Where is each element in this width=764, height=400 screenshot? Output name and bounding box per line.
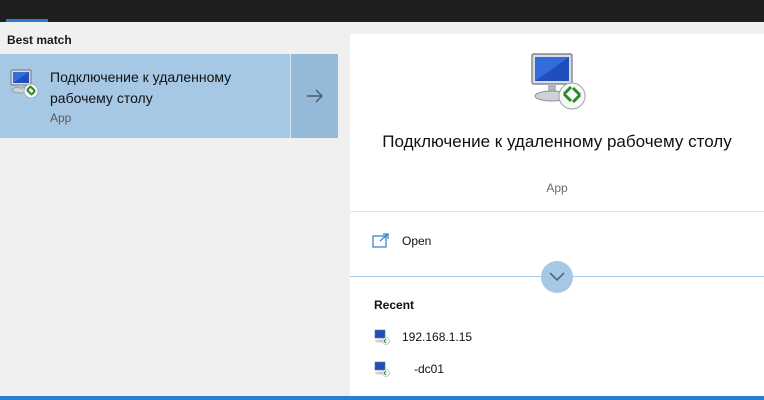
details-type: App	[546, 181, 568, 195]
remote-desktop-large-icon	[526, 50, 590, 114]
chevron-down-icon	[549, 272, 565, 282]
recent-item[interactable]: 192.168.1.15	[374, 328, 734, 348]
remote-desktop-icon	[8, 68, 40, 100]
result-title: Подключение к удаленному рабочему столу	[50, 69, 232, 106]
top-tab-bar	[0, 0, 764, 22]
best-match-result[interactable]: Подключение к удаленному рабочему столу …	[0, 54, 338, 138]
open-label: Open	[402, 234, 432, 248]
details-title: Подключение к удаленному рабочему столу	[382, 132, 732, 151]
search-window: Best match Подключение к удаленному рабо…	[0, 0, 764, 400]
recent-item[interactable]: -dc01	[374, 360, 734, 380]
recent-item-label: 192.168.1.15	[402, 330, 473, 344]
bottom-accent-line	[0, 396, 764, 400]
open-details-button[interactable]	[290, 54, 338, 138]
divider	[350, 211, 764, 212]
expand-button[interactable]	[541, 261, 573, 293]
open-action[interactable]: Open	[372, 232, 492, 252]
recent-header: Recent	[374, 298, 415, 312]
best-match-header: Best match	[7, 33, 72, 47]
recent-item-label: -dc01	[414, 362, 445, 376]
result-type: App	[50, 111, 72, 125]
results-pane: Best match Подключение к удаленному рабо…	[0, 22, 338, 400]
arrow-right-icon	[307, 89, 323, 103]
details-pane: Подключение к удаленному рабочему столу …	[350, 34, 764, 396]
remote-desktop-icon	[374, 361, 390, 377]
open-icon	[372, 233, 389, 248]
remote-desktop-icon	[374, 329, 390, 345]
